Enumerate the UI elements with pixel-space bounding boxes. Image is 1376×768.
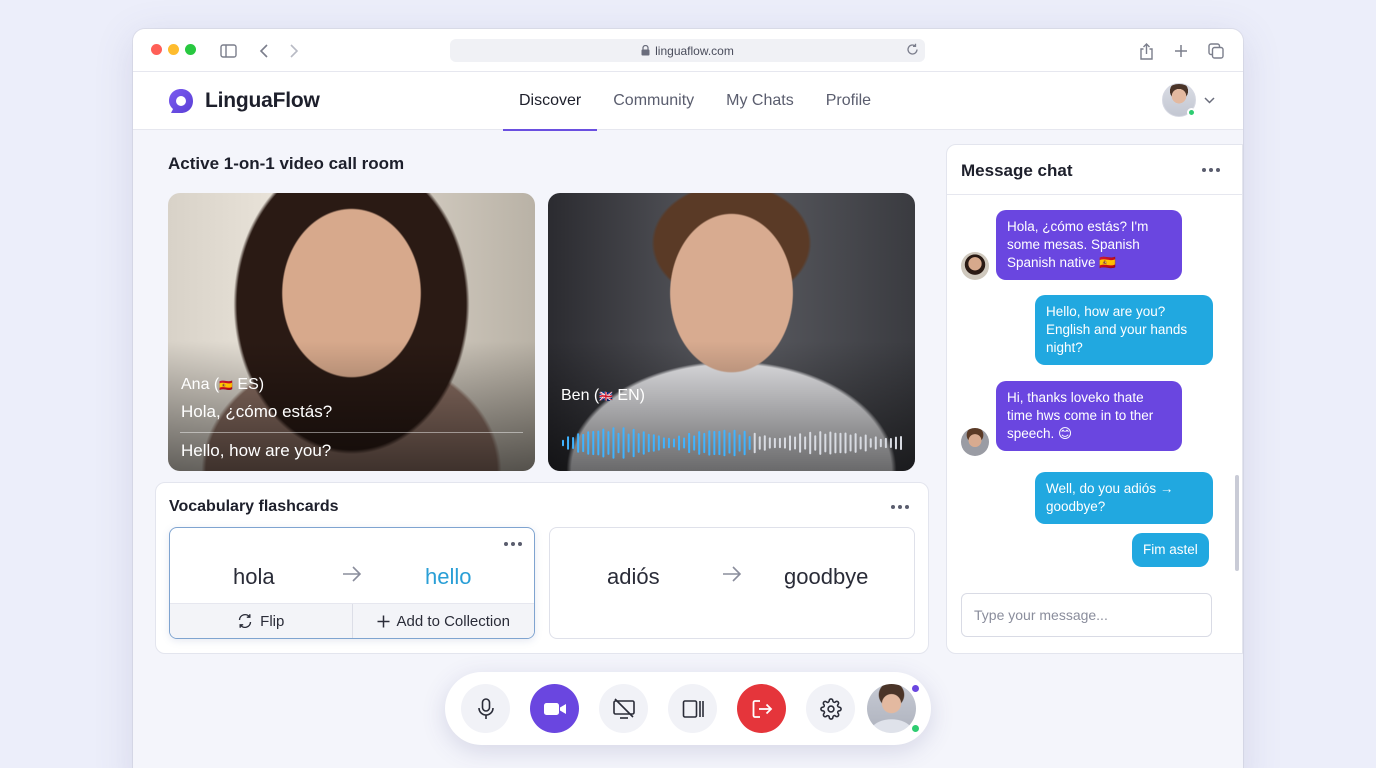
browser-window: linguaflow.com LinguaFlow Discover Commu… [133,29,1243,768]
message-input[interactable] [961,593,1212,637]
address-bar[interactable]: linguaflow.com [450,39,925,62]
maximize-window-button[interactable] [185,44,196,55]
call-control-bar [445,672,931,745]
layout-button[interactable] [668,684,717,733]
flashcards-title: Vocabulary flashcards [169,498,339,515]
chat-header: Message chat [947,145,1242,195]
plus-icon [377,615,390,627]
camera-button[interactable] [530,684,579,733]
card-translation: hello [425,564,472,589]
app-name: LinguaFlow [205,89,320,112]
close-window-button[interactable] [151,44,162,55]
reload-icon[interactable] [906,43,919,56]
video-tile-ana[interactable]: Ana (🇪🇸 ES) Hola, ¿cómo estás? Hello, ho… [168,193,535,471]
chat-message: Fim astel [1132,533,1209,567]
chat-message: Well, do you adiós → goodbye? [1035,472,1213,524]
logo-icon [169,89,193,113]
chat-panel: Message chat Hola, ¿cómo estás? I'm some… [946,144,1243,654]
mic-button[interactable] [461,684,510,733]
flashcard-hola[interactable]: hola hello Flip Add to Collection [169,527,535,639]
main-nav: Discover Community My Chats Profile [503,72,887,131]
screen-share-button[interactable] [599,684,648,733]
nav-community[interactable]: Community [597,72,710,130]
tab-overview-icon[interactable] [1206,41,1226,61]
minimize-window-button[interactable] [168,44,179,55]
audio-waveform [562,427,902,459]
arrow-right-icon [342,564,362,589]
flashcard-adios[interactable]: adiós goodbye [549,527,915,639]
card-word: adiós [607,564,660,589]
nav-my-chats[interactable]: My Chats [710,72,810,130]
add-to-collection-button[interactable]: Add to Collection [351,604,535,638]
split-view-icon [682,699,704,718]
chat-title: Message chat [961,161,1073,180]
flag-es-icon: 🇪🇸 [219,380,233,392]
back-icon[interactable] [254,41,274,61]
card-word: hola [233,564,275,589]
gear-icon [819,697,842,720]
app-logo[interactable]: LinguaFlow [167,87,320,115]
video-tile-ben[interactable]: Ben (🇬🇧 EN) [548,193,915,471]
arrow-right-icon [722,564,742,589]
caption-original: Hola, ¿cómo estás? [181,402,333,421]
video-room-title: Active 1-on-1 video call room [168,154,405,173]
avatar-ana [961,252,989,280]
chat-message: Hi, thanks loveko thate time hws come in… [996,381,1182,451]
url-text: linguaflow.com [655,43,734,58]
card-more-icon[interactable] [504,542,522,546]
status-indicator-purple [910,683,921,694]
lock-icon [641,45,650,56]
online-status-indicator [910,723,921,734]
flip-icon [238,613,252,629]
nav-discover[interactable]: Discover [503,72,598,131]
participant-label-ana: Ana (🇪🇸 ES) [181,376,265,393]
chat-more-icon[interactable] [1202,168,1220,172]
mic-icon [477,697,494,719]
video-camera-icon [543,702,566,715]
flashcards-panel: Vocabulary flashcards hola hello Flip Ad… [155,482,929,654]
caption-divider [180,432,523,433]
browser-toolbar: linguaflow.com [133,29,1243,72]
sidebar-toggle-icon[interactable] [218,41,238,61]
forward-icon[interactable] [284,41,304,61]
flip-button[interactable]: Flip [170,604,352,638]
chat-scrollbar[interactable] [1235,475,1239,571]
app-header: LinguaFlow Discover Community My Chats P… [133,72,1243,131]
card-actions: Flip Add to Collection [170,603,534,638]
share-icon[interactable] [1136,41,1156,61]
window-controls [151,44,196,55]
avatar-ben [961,428,989,456]
leave-call-icon [752,699,772,718]
nav-profile[interactable]: Profile [810,72,887,130]
new-tab-icon[interactable] [1171,41,1191,61]
chevron-down-icon[interactable] [1204,91,1215,109]
self-view-avatar[interactable] [867,683,921,734]
chat-message: Hello, how are you? English and your han… [1035,295,1213,365]
flag-gb-icon: 🇬🇧 [599,391,613,403]
user-avatar[interactable] [1162,83,1196,117]
more-options-icon[interactable] [891,505,909,509]
participant-label-ben: Ben (🇬🇧 EN) [561,387,645,404]
screen-share-off-icon [612,697,635,719]
leave-call-button[interactable] [737,684,786,733]
caption-translation: Hello, how are you? [181,441,332,460]
chat-message: Hola, ¿cómo estás? I'm some mesas. Spani… [996,210,1182,280]
online-status-indicator [1187,108,1196,117]
settings-button[interactable] [806,684,855,733]
user-menu[interactable] [1162,83,1215,117]
card-translation: goodbye [784,564,869,589]
